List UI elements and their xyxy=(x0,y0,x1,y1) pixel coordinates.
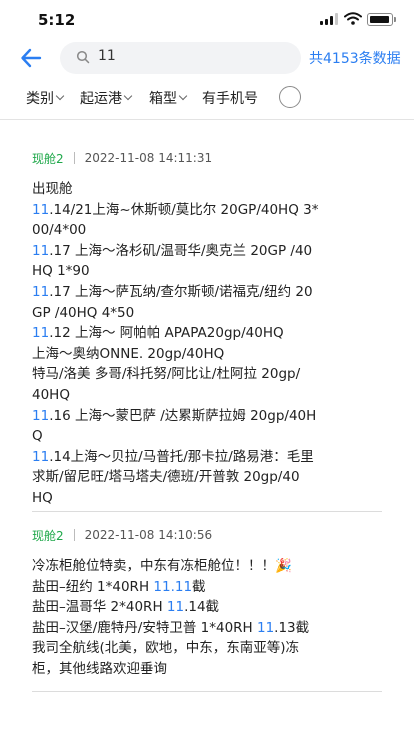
post-text: HQ 1*90 xyxy=(32,263,90,280)
post-text: 上海～奥纳ONNE. 20gp/40HQ xyxy=(32,345,225,362)
post-line: 11.14/21上海~休斯顿/莫比尔 20GP/40HQ 3* xyxy=(32,200,382,221)
filter-category-label: 类别 xyxy=(26,91,54,107)
search-match-highlight: 11 xyxy=(32,242,50,259)
post-text: 求斯/留尼旺/塔马塔夫/德班/开普敦 20gp/40 xyxy=(32,469,300,486)
post-text: GP /40HQ 4*50 xyxy=(32,304,135,321)
post-line: 11.12 上海～ 阿帕帕 APAPA20gp/40HQ xyxy=(32,323,382,344)
post-text: 我司全航线(北美，欧地，中东，东南亚等)冻 xyxy=(32,640,300,657)
post-line: 柜，其他线路欢迎垂询 xyxy=(32,659,382,680)
post-text: 柜，其他线路欢迎垂询 xyxy=(32,660,167,677)
post-tag: 现舱2 xyxy=(32,151,64,166)
post-line: 11.14上海～贝拉/马普托/那卡拉/路易港：毛里 xyxy=(32,447,382,468)
post-card[interactable]: 现舱2 2022-11-08 14:10:56 冷冻柜舱位特卖，中东有冻柜舱位！… xyxy=(32,524,382,680)
status-time: 5:12 xyxy=(38,11,76,29)
post-line: 40HQ xyxy=(32,385,382,406)
post-text: 盐田–纽约 1*40RH xyxy=(32,578,154,595)
search-match-highlight: 11 xyxy=(166,599,185,616)
post-divider xyxy=(32,511,382,512)
post-body: 出现舱 11.14/21上海~休斯顿/莫比尔 20GP/40HQ 3* 00/4*0… xyxy=(32,179,382,509)
filter-origin-port[interactable]: 起运港 xyxy=(80,88,133,108)
search-match-highlight: 11 xyxy=(32,407,50,424)
search-query-text: 11 xyxy=(98,48,116,64)
battery-icon xyxy=(367,13,396,26)
post-line: 盐田–温哥华 2*40RH 11.14截 xyxy=(32,597,382,618)
post-text: 40HQ xyxy=(32,386,70,403)
header-separator xyxy=(73,152,75,164)
post-line: 盐田–纽约 1*40RH 11.11截 xyxy=(32,577,382,598)
header-separator xyxy=(73,529,75,541)
post-line: 出现舱 xyxy=(32,179,382,200)
post-card[interactable]: 现舱2 2022-11-08 14:11:31 出现舱 11.14/21上海~休斯… xyxy=(32,147,382,509)
post-line: HQ xyxy=(32,488,382,509)
chevron-down-icon xyxy=(123,91,133,101)
chevron-down-icon xyxy=(178,91,188,101)
chevron-down-icon xyxy=(55,91,65,101)
post-text: .16 上海～蒙巴萨 /达累斯萨拉姆 20gp/40H xyxy=(49,407,317,424)
search-match-highlight: 11 xyxy=(32,201,50,218)
post-time: 2022-11-08 14:10:56 xyxy=(84,528,213,542)
post-text: .14/21上海~休斯顿/莫比尔 20GP/40HQ 3* xyxy=(49,201,319,218)
filter-category[interactable]: 类别 xyxy=(26,88,65,108)
post-header: 现舱2 2022-11-08 14:10:56 xyxy=(32,524,382,546)
post-line: GP /40HQ 4*50 xyxy=(32,303,382,324)
post-line: 我司全航线(北美，欧地，中东，东南亚等)冻 xyxy=(32,638,382,659)
post-text: 截 xyxy=(192,578,206,595)
search-match-highlight: 11 xyxy=(256,619,275,636)
post-text: .14截 xyxy=(184,599,220,616)
post-body: 冷冻柜舱位特卖，中东有冻柜舱位！！！🎉 盐田–纽约 1*40RH 11.11截 盐田… xyxy=(32,556,382,680)
search-input[interactable]: 11 xyxy=(60,42,301,74)
post-line: HQ 1*90 xyxy=(32,261,382,282)
post-line: 11.17 上海～萨瓦纳/查尔斯顿/诺福克/纽约 20 xyxy=(32,282,382,303)
post-text: .17 上海～洛杉矶/温哥华/奥克兰 20GP /40 xyxy=(49,242,313,259)
post-text: 出现舱 xyxy=(32,181,73,197)
post-line: 求斯/留尼旺/塔马塔夫/德班/开普敦 20gp/40 xyxy=(32,467,382,488)
post-text: 特马/洛美 多哥/科托努/阿比让/杜阿拉 20gp/ xyxy=(32,366,301,383)
post-header: 现舱2 2022-11-08 14:11:31 xyxy=(32,147,382,169)
cellular-signal-icon xyxy=(320,13,340,25)
filter-container-type[interactable]: 箱型 xyxy=(149,88,188,108)
post-text: 盐田–汉堡/鹿特丹/安特卫普 1*40RH xyxy=(32,619,257,636)
post-line: 特马/洛美 多哥/科托努/阿比让/杜阿拉 20gp/ xyxy=(32,364,382,385)
status-bar: 5:12 xyxy=(0,0,414,40)
post-tag: 现舱2 xyxy=(32,528,64,543)
post-text: .17 上海～萨瓦纳/查尔斯顿/诺福克/纽约 20 xyxy=(49,283,313,300)
post-line: 00/4*00 xyxy=(32,220,382,241)
search-match-highlight: 11 xyxy=(32,283,50,300)
search-icon xyxy=(76,50,90,64)
filter-has-phone-label: 有手机号 xyxy=(202,91,258,107)
filter-origin-port-label: 起运港 xyxy=(80,91,122,107)
post-line: 11.16 上海～蒙巴萨 /达累斯萨拉姆 20gp/40H xyxy=(32,406,382,427)
post-line: 盐田–汉堡/鹿特丹/安特卫普 1*40RH 11.13截 xyxy=(32,618,382,639)
search-match-highlight: 11 xyxy=(32,448,50,465)
post-line: 上海～奥纳ONNE. 20gp/40HQ xyxy=(32,344,382,365)
post-text: .13截 xyxy=(274,619,310,636)
has-phone-toggle[interactable] xyxy=(279,86,301,108)
header-divider xyxy=(0,119,414,120)
post-text: 00/4*00 xyxy=(32,222,87,239)
post-line: 11.17 上海～洛杉矶/温哥华/奥克兰 20GP /40 xyxy=(32,241,382,262)
result-count: 共4153条数据 xyxy=(309,51,401,67)
search-match-highlight: 11 xyxy=(32,325,50,342)
post-line: Q xyxy=(32,426,382,447)
search-header: 11 共4153条数据 xyxy=(0,40,414,76)
post-text: .12 上海～ 阿帕帕 APAPA20gp/40HQ xyxy=(49,325,284,342)
filter-bar: 类别 起运港 箱型 有手机号 xyxy=(0,82,414,112)
post-text: .14上海～贝拉/马普托/那卡拉/路易港：毛里 xyxy=(49,448,314,465)
post-text: 冷冻柜舱位特卖，中东有冻柜舱位！！！🎉 xyxy=(32,558,292,574)
back-arrow-icon[interactable] xyxy=(20,48,42,68)
search-match-highlight: 11.11 xyxy=(153,578,193,595)
post-text: 盐田–温哥华 2*40RH xyxy=(32,599,167,616)
filter-container-type-label: 箱型 xyxy=(149,91,177,107)
post-time: 2022-11-08 14:11:31 xyxy=(84,151,213,165)
post-line: 冷冻柜舱位特卖，中东有冻柜舱位！！！🎉 xyxy=(32,556,382,577)
post-divider xyxy=(32,691,382,692)
wifi-icon xyxy=(344,12,362,25)
filter-has-phone[interactable]: 有手机号 xyxy=(202,88,258,108)
post-text: Q xyxy=(32,428,43,445)
post-text: HQ xyxy=(32,489,53,506)
